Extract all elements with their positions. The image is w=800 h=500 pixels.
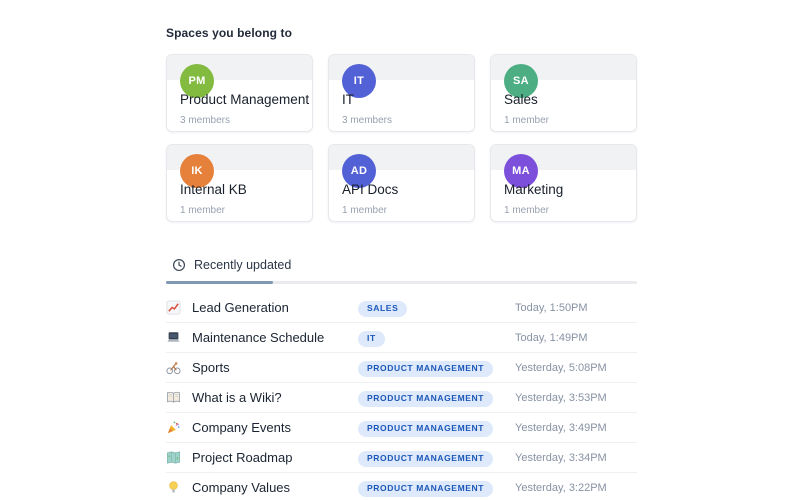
space-name: Internal KB (180, 182, 247, 197)
list-item-company-events[interactable]: Company Events PRODUCT MANAGEMENT Yester… (166, 413, 637, 443)
updated-timestamp: Yesterday, 5:08PM (515, 361, 607, 374)
space-badge[interactable]: PRODUCT MANAGEMENT (358, 421, 494, 437)
space-member-count: 1 member (180, 205, 226, 216)
space-member-count: 3 members (342, 115, 393, 126)
chart-increasing-icon (166, 300, 192, 315)
party-popper-icon (166, 420, 192, 435)
space-cards-grid: PM Product Management 3 members IT IT 3 … (166, 54, 637, 222)
space-badge[interactable]: PRODUCT MANAGEMENT (358, 481, 494, 497)
list-item-lead-generation[interactable]: Lead Generation SALES Today, 1:50PM (166, 293, 637, 323)
spaces-heading: Spaces you belong to (166, 26, 293, 40)
list-item-company-values[interactable]: Company Values PRODUCT MANAGEMENT Yester… (166, 473, 637, 500)
tab-recently-updated[interactable]: Recently updated (166, 252, 295, 281)
list-item-what-is-a-wiki[interactable]: What is a Wiki? PRODUCT MANAGEMENT Yeste… (166, 383, 637, 413)
open-book-icon (166, 390, 192, 405)
active-tab-underline (166, 281, 273, 284)
page-title: Sports (192, 360, 230, 375)
page-title: Lead Generation (192, 300, 289, 315)
space-member-count: 1 member (504, 115, 550, 126)
space-name: Marketing (504, 182, 564, 197)
tab-divider (166, 281, 637, 284)
list-item-sports[interactable]: Sports PRODUCT MANAGEMENT Yesterday, 5:0… (166, 353, 637, 383)
space-card-sales[interactable]: SA Sales 1 member (490, 54, 637, 132)
space-card-api-docs[interactable]: AD API Docs 1 member (328, 144, 475, 222)
space-name: Product Management (180, 92, 310, 107)
space-card-product-management[interactable]: PM Product Management 3 members (166, 54, 313, 132)
space-name: IT (342, 92, 354, 107)
list-item-maintenance-schedule[interactable]: Maintenance Schedule IT Today, 1:49PM (166, 323, 637, 353)
page-title: Company Events (192, 420, 291, 435)
space-badge[interactable]: PRODUCT MANAGEMENT (358, 391, 494, 407)
space-badge[interactable]: PRODUCT MANAGEMENT (358, 361, 494, 377)
page-title: Maintenance Schedule (192, 330, 325, 345)
clock-icon (172, 258, 186, 272)
updated-timestamp: Yesterday, 3:22PM (515, 481, 607, 494)
page-title: Project Roadmap (192, 450, 293, 465)
space-member-count: 1 member (504, 205, 550, 216)
updated-timestamp: Yesterday, 3:49PM (515, 421, 607, 434)
recent-tabs: Recently updated (166, 252, 637, 284)
tab-label: Recently updated (194, 258, 292, 272)
space-card-marketing[interactable]: MA Marketing 1 member (490, 144, 637, 222)
space-card-internal-kb[interactable]: IK Internal KB 1 member (166, 144, 313, 222)
light-bulb-icon (166, 480, 192, 495)
dashboard-screen: Spaces you belong to PM Product Manageme… (0, 0, 800, 500)
space-card-it[interactable]: IT IT 3 members (328, 54, 475, 132)
main-content: Spaces you belong to PM Product Manageme… (166, 0, 637, 500)
space-name: API Docs (342, 182, 399, 197)
page-title: Company Values (192, 480, 291, 495)
list-item-project-roadmap[interactable]: Project Roadmap PRODUCT MANAGEMENT Yeste… (166, 443, 637, 473)
space-name: Sales (504, 92, 538, 107)
page-title: What is a Wiki? (192, 390, 282, 405)
space-member-count: 1 member (342, 205, 388, 216)
space-member-count: 3 members (180, 115, 231, 126)
updated-timestamp: Today, 1:50PM (515, 301, 588, 314)
world-map-icon (166, 450, 192, 465)
space-badge[interactable]: PRODUCT MANAGEMENT (358, 451, 494, 467)
space-badge[interactable]: SALES (358, 301, 408, 317)
updated-timestamp: Yesterday, 3:53PM (515, 391, 607, 404)
space-badge[interactable]: IT (358, 331, 385, 347)
person-biking-icon (166, 360, 192, 375)
updated-timestamp: Yesterday, 3:34PM (515, 451, 607, 464)
updated-timestamp: Today, 1:49PM (515, 331, 588, 344)
recently-updated-list: Lead Generation SALES Today, 1:50PM Main… (166, 293, 637, 500)
laptop-icon (166, 330, 192, 345)
